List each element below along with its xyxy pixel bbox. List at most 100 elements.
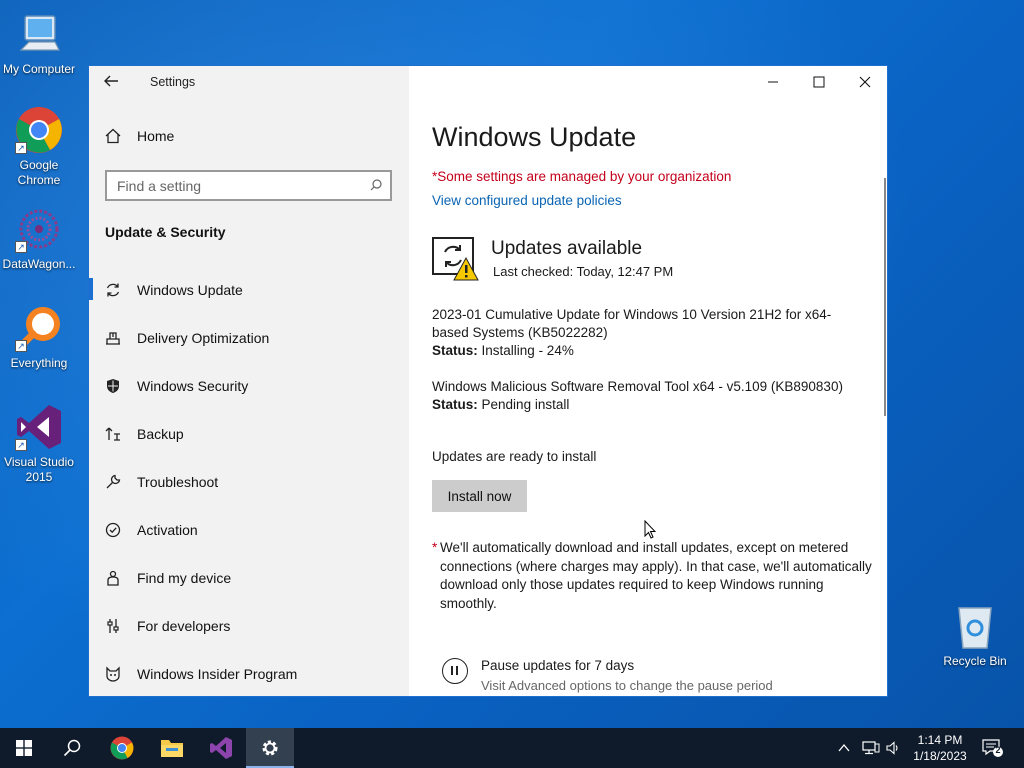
home-icon [105, 128, 121, 144]
close-icon [859, 76, 871, 88]
settings-window: Settings Home Find a setting Update & Se… [88, 65, 888, 697]
sidebar-item-label: Windows Update [137, 282, 243, 298]
desktop-icon-label: Everything [10, 356, 68, 370]
close-button[interactable] [842, 66, 887, 98]
shortcut-arrow-icon: ↗ [15, 439, 27, 451]
clock[interactable]: 1:14 PM 1/18/2023 [898, 732, 982, 764]
search-icon [63, 739, 81, 757]
datawagon-icon: ↗ [15, 205, 63, 253]
managed-notice: *Some settings are managed by your organ… [432, 169, 732, 184]
update-status: Status: Installing - 24% [432, 342, 862, 360]
desktop-icon-my-computer[interactable]: My Computer [1, 10, 77, 77]
taskbar-visual-studio[interactable] [197, 728, 245, 768]
recycle-bin-icon [951, 602, 999, 650]
mouse-cursor-icon [644, 520, 656, 539]
backup-icon [105, 426, 121, 442]
chrome-icon [110, 736, 134, 760]
update-name: 2023-01 Cumulative Update for Windows 10… [432, 307, 832, 340]
desktop-icon-everything[interactable]: ↗ Everything [1, 304, 77, 371]
taskbar-search-button[interactable] [48, 728, 96, 768]
window-title: Settings [150, 75, 196, 89]
sidebar-item-label: For developers [137, 618, 231, 634]
desktop-icon-visual-studio[interactable]: ↗ Visual Studio 2015 [1, 403, 77, 485]
sidebar-nav: Windows Update Delivery Optimization Win… [89, 266, 409, 696]
sidebar-item-windows-update[interactable]: Windows Update [89, 266, 409, 314]
sidebar-item-find-my-device[interactable]: Find my device [89, 554, 409, 602]
visual-studio-icon [210, 737, 232, 759]
start-button[interactable] [0, 728, 48, 768]
back-button[interactable] [103, 73, 123, 93]
sidebar-item-label: Windows Security [137, 378, 249, 394]
wrench-icon [105, 474, 121, 490]
sidebar-item-label: Activation [137, 522, 198, 538]
update-status: Status: Pending install [432, 396, 862, 414]
update-item: 2023-01 Cumulative Update for Windows 10… [432, 306, 862, 360]
notification-badge: 2 [995, 745, 1001, 755]
delivery-optimization-icon [105, 330, 121, 346]
desktop-icon-label: DataWagon... [2, 257, 76, 271]
pause-icon[interactable] [442, 658, 468, 684]
shortcut-arrow-icon: ↗ [15, 142, 27, 154]
sidebar-item-for-developers[interactable]: For developers [89, 602, 409, 650]
shortcut-arrow-icon: ↗ [15, 340, 27, 352]
developer-settings-icon [105, 618, 121, 634]
status-label: Status: [432, 343, 478, 358]
desktop-icon-label: Google Chrome [17, 158, 61, 187]
sidebar-item-windows-insider[interactable]: Windows Insider Program [89, 650, 409, 696]
tray-overflow-button[interactable] [838, 728, 850, 768]
desktop-icon-recycle-bin[interactable]: Recycle Bin [937, 602, 1013, 669]
shortcut-arrow-icon: ↗ [15, 241, 27, 253]
main-pane: Windows Update *Some settings are manage… [409, 66, 887, 696]
sidebar-item-windows-security[interactable]: Windows Security [89, 362, 409, 410]
shield-icon [105, 378, 121, 394]
update-name: Windows Malicious Software Removal Tool … [432, 379, 843, 394]
updates-available-heading: Updates available [491, 238, 643, 259]
install-now-button[interactable]: Install now [432, 480, 527, 512]
file-explorer-icon [161, 740, 183, 757]
desktop-icon-label: Recycle Bin [943, 654, 1007, 668]
action-center-button[interactable]: 2 [982, 728, 1004, 768]
note-text: We'll automatically download and install… [440, 540, 872, 611]
pause-updates-title[interactable]: Pause updates for 7 days [481, 658, 634, 673]
magnifier-icon: ↗ [15, 304, 63, 352]
sidebar-item-troubleshoot[interactable]: Troubleshoot [89, 458, 409, 506]
status-value: Installing - 24% [481, 343, 574, 358]
maximize-button[interactable] [796, 66, 842, 98]
title-bar[interactable]: Settings [89, 66, 409, 100]
desktop-icon-label: Visual Studio 2015 [4, 455, 74, 484]
network-icon [862, 741, 880, 755]
sidebar-item-label: Backup [137, 426, 184, 442]
sidebar-item-label: Find my device [137, 570, 232, 586]
desktop-icon-datawagon[interactable]: ↗ DataWagon... [1, 205, 77, 272]
scrollbar[interactable] [884, 178, 886, 416]
minimize-button[interactable] [750, 66, 796, 98]
insider-cat-icon [105, 666, 121, 682]
taskbar: 1:14 PM 1/18/2023 2 [0, 728, 1024, 768]
view-policies-link[interactable]: View configured update policies [432, 193, 622, 208]
clock-time: 1:14 PM [917, 733, 963, 747]
desktop-icon-google-chrome[interactable]: ↗ Google Chrome [1, 106, 77, 188]
chevron-up-icon [838, 743, 850, 752]
network-button[interactable] [862, 728, 880, 768]
update-warning-icon [432, 236, 480, 282]
desktop-icon-label: My Computer [2, 62, 76, 76]
chrome-icon: ↗ [15, 106, 63, 154]
sidebar-home[interactable]: Home [105, 128, 174, 144]
last-checked-text: Last checked: Today, 12:47 PM [493, 264, 674, 279]
taskbar-chrome[interactable] [98, 728, 146, 768]
maximize-icon [813, 76, 825, 88]
sidebar-item-delivery-optimization[interactable]: Delivery Optimization [89, 314, 409, 362]
computer-icon [15, 10, 63, 58]
search-input[interactable]: Find a setting [105, 170, 392, 201]
sidebar-item-activation[interactable]: Activation [89, 506, 409, 554]
update-item: Windows Malicious Software Removal Tool … [432, 378, 862, 414]
settings-gear-icon [262, 740, 278, 756]
page-title: Windows Update [432, 122, 637, 152]
taskbar-file-explorer[interactable] [148, 728, 196, 768]
search-icon [370, 179, 382, 191]
home-label: Home [137, 128, 175, 144]
taskbar-settings[interactable] [246, 728, 294, 768]
sidebar-item-label: Delivery Optimization [137, 330, 270, 346]
visual-studio-icon: ↗ [15, 403, 63, 451]
sidebar-item-backup[interactable]: Backup [89, 410, 409, 458]
